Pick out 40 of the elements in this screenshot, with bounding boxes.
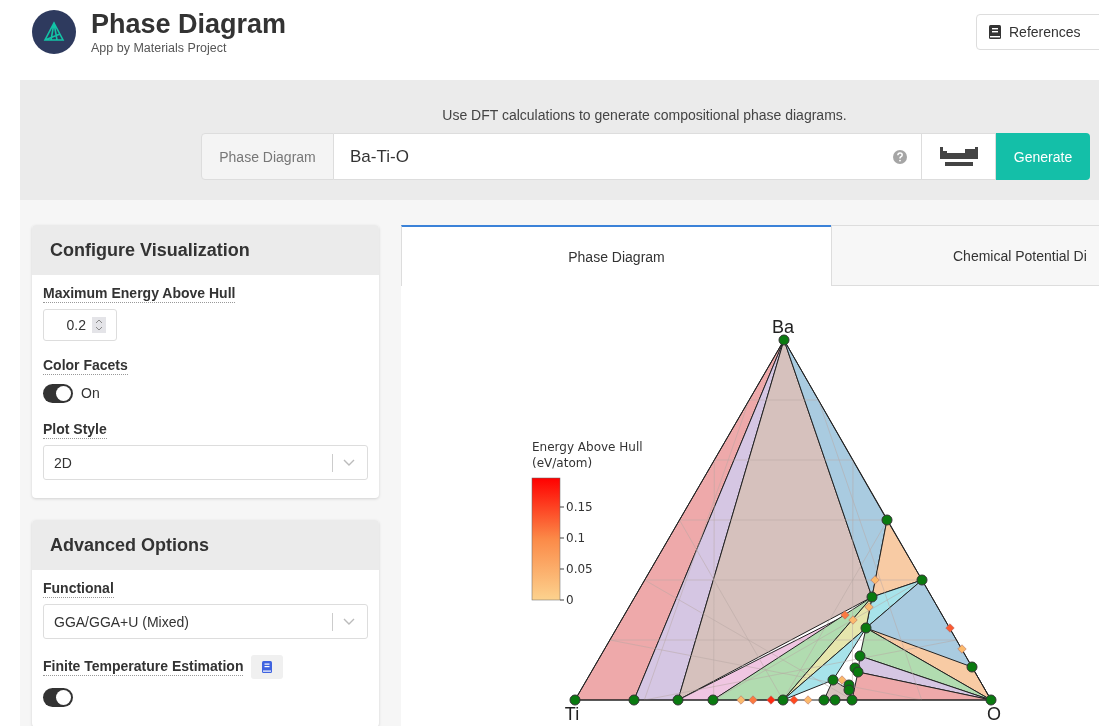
book-icon xyxy=(989,25,1001,39)
toggle-label: On xyxy=(81,385,100,401)
dropdown[interactable]: GGA/GGA+U (Mixed) xyxy=(43,604,368,639)
search-field[interactable]: Ba-Ti-O xyxy=(334,133,922,180)
toggle-switch[interactable] xyxy=(43,383,73,403)
field-label: Plot Style xyxy=(43,421,107,439)
dropdown[interactable]: 2D xyxy=(43,445,368,480)
card-title: Advanced Options xyxy=(50,534,210,556)
search-input[interactable]: Ba-Ti-O xyxy=(348,145,893,168)
colorbar-tick-label: 0.1 xyxy=(566,531,586,545)
periodic-table-button[interactable] xyxy=(922,133,996,180)
field-label: Color Facets xyxy=(43,357,128,375)
docs-button[interactable] xyxy=(251,655,284,679)
app-subtitle: App by Materials Project xyxy=(91,41,228,55)
spinner-icon[interactable] xyxy=(92,317,106,333)
book-icon xyxy=(262,661,273,673)
field-label: Maximum Energy Above Hull xyxy=(43,285,236,303)
references-button[interactable]: References xyxy=(976,14,1099,50)
chevron-down-icon xyxy=(343,617,355,626)
colorbar-tick-label: 0.15 xyxy=(566,500,593,514)
corner-label: Ba xyxy=(772,317,794,337)
colorbar-title: Energy Above Hull xyxy=(532,440,643,454)
corner-label: O xyxy=(987,704,1001,724)
corner-label: Ti xyxy=(564,704,580,724)
app-title: Phase Diagram xyxy=(91,8,287,40)
field-label: Functional xyxy=(43,580,114,598)
logo-icon xyxy=(32,10,76,54)
field-label: Finite Temperature Estimation xyxy=(43,658,244,676)
description-text: Use DFT calculations to generate compositional phase diagrams. xyxy=(441,107,848,123)
colorbar-tick-label: 0 xyxy=(566,593,574,607)
card-title: Configure Visualization xyxy=(50,239,250,261)
colorbar-title: (eV/atom) xyxy=(532,456,593,470)
tab[interactable]: Phase Diagram xyxy=(401,225,831,286)
number-field[interactable]: 0.2 xyxy=(43,309,117,341)
periodic-table-icon xyxy=(939,146,978,167)
search-addon-label: Phase Diagram xyxy=(201,133,334,180)
toggle-switch[interactable] xyxy=(43,687,73,707)
colorbar-tick-label: 0.05 xyxy=(566,562,593,576)
chevron-down-icon xyxy=(343,458,355,467)
tab[interactable]: Chemical Potential Di xyxy=(831,225,1099,286)
